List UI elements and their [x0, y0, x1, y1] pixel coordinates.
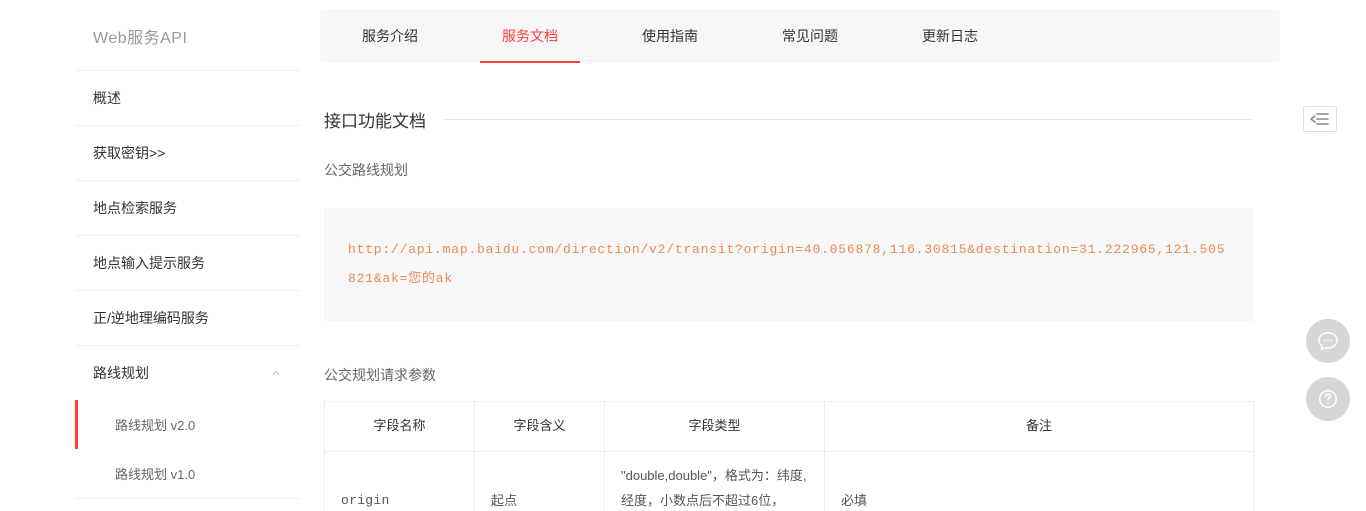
sidebar-item-label: 概述	[93, 88, 121, 108]
chevron-up-icon	[270, 367, 282, 379]
main-content: 服务介绍 服务文档 使用指南 常见问题 更新日志 接口功能文档	[300, 0, 1366, 511]
th-field-type: 字段类型	[605, 402, 825, 452]
tabs: 服务介绍 服务文档 使用指南 常见问题 更新日志	[320, 10, 1280, 62]
tab-label: 使用指南	[642, 28, 698, 44]
route-subtitle: 公交路线规划	[324, 160, 1342, 180]
chat-icon	[1317, 330, 1339, 352]
tab-guide[interactable]: 使用指南	[600, 10, 740, 62]
td-field-type: "double,double"，格式为：纬度,经度，小数点后不超过6位，如："4…	[605, 451, 825, 511]
tab-changelog[interactable]: 更新日志	[880, 10, 1020, 62]
th-field-note: 备注	[825, 402, 1254, 452]
sidebar-subitem-label: 路线规划 v2.0	[115, 418, 195, 433]
sidebar-subitem-direction-v1[interactable]: 路线规划 v1.0	[75, 449, 300, 498]
help-icon	[1317, 388, 1339, 410]
sidebar-item-label: 地点检索服务	[93, 198, 177, 218]
feedback-button[interactable]	[1306, 319, 1350, 363]
tab-label: 服务文档	[502, 28, 558, 44]
section-title: 接口功能文档	[324, 107, 444, 132]
td-field-name: origin	[325, 451, 475, 511]
tab-label: 常见问题	[782, 28, 838, 44]
params-title: 公交规划请求参数	[324, 365, 1342, 385]
table-row: origin 起点 "double,double"，格式为：纬度,经度，小数点后…	[325, 451, 1254, 511]
sidebar-item-batch[interactable]: 批量算路	[75, 498, 300, 511]
sidebar-item-label: 地点输入提示服务	[93, 253, 205, 273]
td-field-note: 必填	[825, 451, 1254, 511]
sidebar-item-label: 获取密钥>>	[93, 143, 165, 163]
example-request-url: http://api.map.baidu.com/direction/v2/tr…	[324, 208, 1254, 321]
sidebar: Web服务API 概述 获取密钥>> 地点检索服务 地点输入提示服务 正/逆地理…	[75, 0, 300, 511]
th-field-name: 字段名称	[325, 402, 475, 452]
sidebar-item-geocoding[interactable]: 正/逆地理编码服务	[75, 290, 300, 345]
section-divider	[444, 119, 1253, 120]
tab-faq[interactable]: 常见问题	[740, 10, 880, 62]
sidebar-subitem-direction-v2[interactable]: 路线规划 v2.0	[75, 400, 300, 449]
sidebar-subitem-label: 路线规划 v1.0	[115, 467, 195, 482]
sidebar-item-place-suggest[interactable]: 地点输入提示服务	[75, 235, 300, 290]
help-button[interactable]	[1306, 377, 1350, 421]
params-table: 字段名称 字段含义 字段类型 备注 origin 起点 "double,doub…	[324, 401, 1254, 511]
td-field-meaning: 起点	[475, 451, 605, 511]
sidebar-item-place-search[interactable]: 地点检索服务	[75, 180, 300, 235]
sidebar-item-getkey[interactable]: 获取密钥>>	[75, 125, 300, 180]
tab-label: 服务介绍	[362, 28, 418, 44]
sidebar-item-direction[interactable]: 路线规划	[75, 345, 300, 400]
sidebar-item-overview[interactable]: 概述	[75, 70, 300, 125]
sidebar-item-label: 路线规划	[93, 363, 149, 383]
th-field-meaning: 字段含义	[475, 402, 605, 452]
tab-service-doc[interactable]: 服务文档	[460, 10, 600, 62]
tab-service-intro[interactable]: 服务介绍	[320, 10, 460, 62]
collapse-toggle-button[interactable]	[1303, 106, 1337, 132]
table-header-row: 字段名称 字段含义 字段类型 备注	[325, 402, 1254, 452]
floating-buttons	[1306, 319, 1350, 421]
sidebar-title: Web服务API	[75, 0, 300, 70]
tab-label: 更新日志	[922, 28, 978, 44]
collapse-icon	[1310, 112, 1330, 126]
sidebar-item-label: 正/逆地理编码服务	[93, 308, 209, 328]
